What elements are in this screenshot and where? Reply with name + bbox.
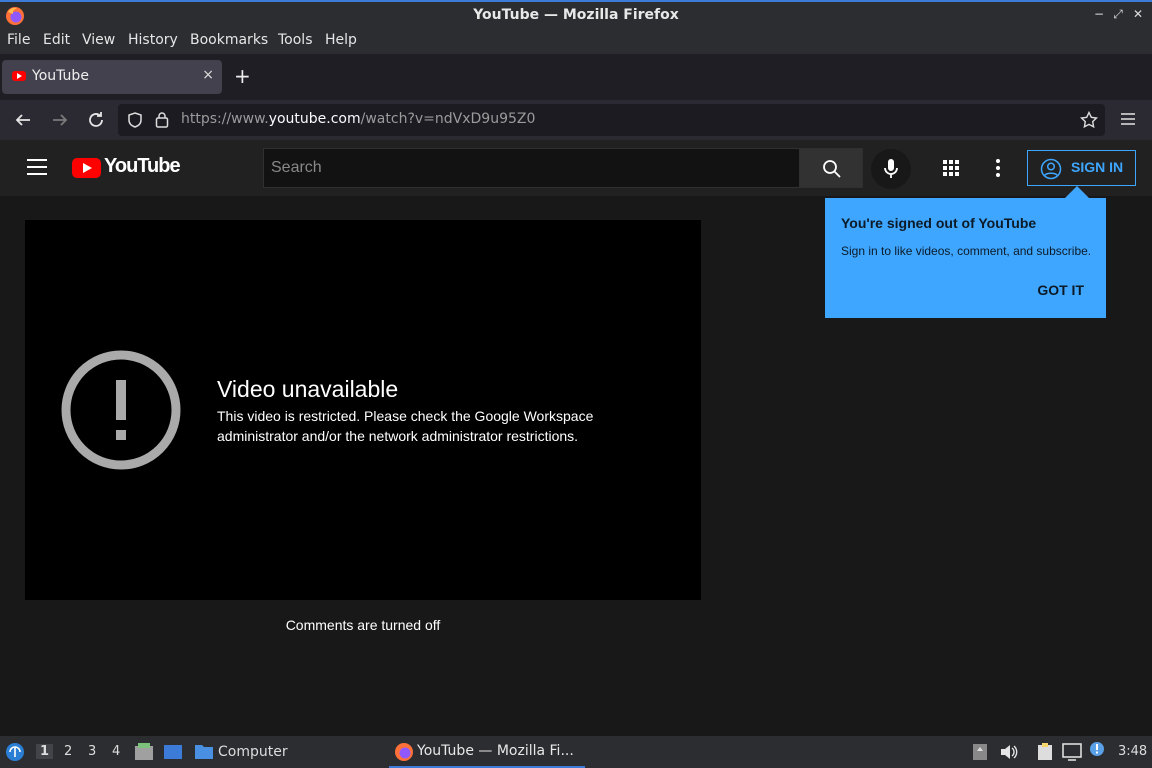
- error-title: Video unavailable: [217, 376, 399, 402]
- clock[interactable]: 3:48: [1118, 744, 1147, 759]
- desktop-icon[interactable]: [163, 743, 183, 761]
- youtube-favicon-icon: [12, 71, 26, 81]
- error-exclamation-icon: [61, 350, 181, 470]
- url-bar[interactable]: https://www.youtube.com/watch?v=ndVxD9u9…: [118, 104, 1105, 136]
- new-tab-button[interactable]: +: [234, 64, 251, 88]
- youtube-logo-text[interactable]: YouTube: [104, 155, 181, 178]
- workspace-2[interactable]: 2: [64, 744, 72, 759]
- tooltip-title: You're signed out of YouTube: [841, 215, 1037, 231]
- tooltip-body: Sign in to like videos, comment, and sub…: [841, 244, 1092, 258]
- comments-status: Comments are turned off: [285, 617, 441, 633]
- signed-out-tooltip: You're signed out of YouTube Sign in to …: [825, 186, 1106, 318]
- search-input[interactable]: [264, 149, 799, 187]
- search-icon: [823, 160, 841, 178]
- maximize-button[interactable]: ⤢: [1111, 7, 1125, 22]
- clipboard-icon[interactable]: [1036, 743, 1054, 761]
- sign-in-label: SIGN IN: [1071, 159, 1124, 175]
- menu-view[interactable]: View: [82, 32, 115, 48]
- apps-grid-icon[interactable]: [943, 160, 959, 176]
- taskbar: 1 2 3 4 Computer YouTube — Mozilla Fi...: [0, 736, 1152, 768]
- video-player[interactable]: Video unavailable This video is restrict…: [25, 220, 701, 600]
- tab-youtube[interactable]: YouTube ×: [2, 60, 222, 94]
- guide-menu-icon[interactable]: [27, 159, 47, 175]
- file-manager-icon[interactable]: [134, 743, 154, 761]
- workspace-1[interactable]: 1: [36, 744, 54, 759]
- computer-label[interactable]: Computer: [218, 744, 288, 760]
- voice-search-button[interactable]: [871, 149, 911, 189]
- volume-icon[interactable]: [1000, 744, 1018, 760]
- window-title: YouTube — Mozilla Firefox: [473, 7, 679, 23]
- sign-in-button[interactable]: SIGN IN: [1027, 150, 1136, 186]
- minimize-button[interactable]: −: [1092, 7, 1106, 21]
- forward-arrow-icon[interactable]: [51, 111, 69, 129]
- menu-help[interactable]: Help: [325, 32, 357, 48]
- search-button[interactable]: [799, 148, 863, 188]
- search-box: [263, 148, 800, 188]
- youtube-header: YouTube SIGN IN: [0, 140, 1152, 196]
- tab-close-button[interactable]: ×: [202, 67, 214, 83]
- tab-label: YouTube: [32, 68, 89, 84]
- more-options-icon[interactable]: [996, 159, 1000, 177]
- taskbar-firefox-window[interactable]: YouTube — Mozilla Fi...: [389, 736, 585, 768]
- menu-edit[interactable]: Edit: [43, 32, 70, 48]
- youtube-logo-icon[interactable]: [72, 158, 101, 178]
- lock-icon[interactable]: [155, 111, 169, 128]
- storage-icon[interactable]: [972, 743, 988, 761]
- notification-icon[interactable]: [1089, 741, 1105, 757]
- error-message: This video is restricted. Please check t…: [217, 408, 594, 444]
- menu-history[interactable]: History: [128, 32, 178, 48]
- menu-bookmarks[interactable]: Bookmarks: [190, 32, 268, 48]
- workspace-3[interactable]: 3: [88, 744, 96, 759]
- network-icon[interactable]: [1062, 743, 1082, 761]
- navigation-bar: https://www.youtube.com/watch?v=ndVxD9u9…: [0, 100, 1152, 140]
- taskbar-window-label: YouTube — Mozilla Fi...: [417, 743, 574, 759]
- menu-bar: File Edit View History Bookmarks Tools H…: [0, 30, 1152, 54]
- bookmark-star-icon[interactable]: [1080, 111, 1098, 129]
- window-titlebar: YouTube — Mozilla Firefox − ⤢ ✕: [0, 0, 1152, 30]
- menu-file[interactable]: File: [7, 32, 30, 48]
- app-menu-icon[interactable]: [1120, 112, 1136, 126]
- close-window-button[interactable]: ✕: [1131, 7, 1145, 21]
- start-menu-icon[interactable]: [5, 742, 25, 762]
- account-icon: [1040, 158, 1062, 180]
- tab-strip: YouTube × +: [0, 54, 1152, 100]
- workspace-4[interactable]: 4: [112, 744, 120, 759]
- microphone-icon: [884, 159, 898, 178]
- shield-icon[interactable]: [127, 112, 143, 128]
- firefox-icon: [395, 743, 413, 761]
- got-it-button[interactable]: GOT IT: [1037, 282, 1084, 298]
- menu-tools[interactable]: Tools: [278, 32, 313, 48]
- folder-icon[interactable]: [194, 743, 214, 760]
- back-arrow-icon[interactable]: [14, 111, 32, 129]
- reload-icon[interactable]: [87, 111, 105, 129]
- url-text: https://www.youtube.com/watch?v=ndVxD9u9…: [181, 111, 536, 127]
